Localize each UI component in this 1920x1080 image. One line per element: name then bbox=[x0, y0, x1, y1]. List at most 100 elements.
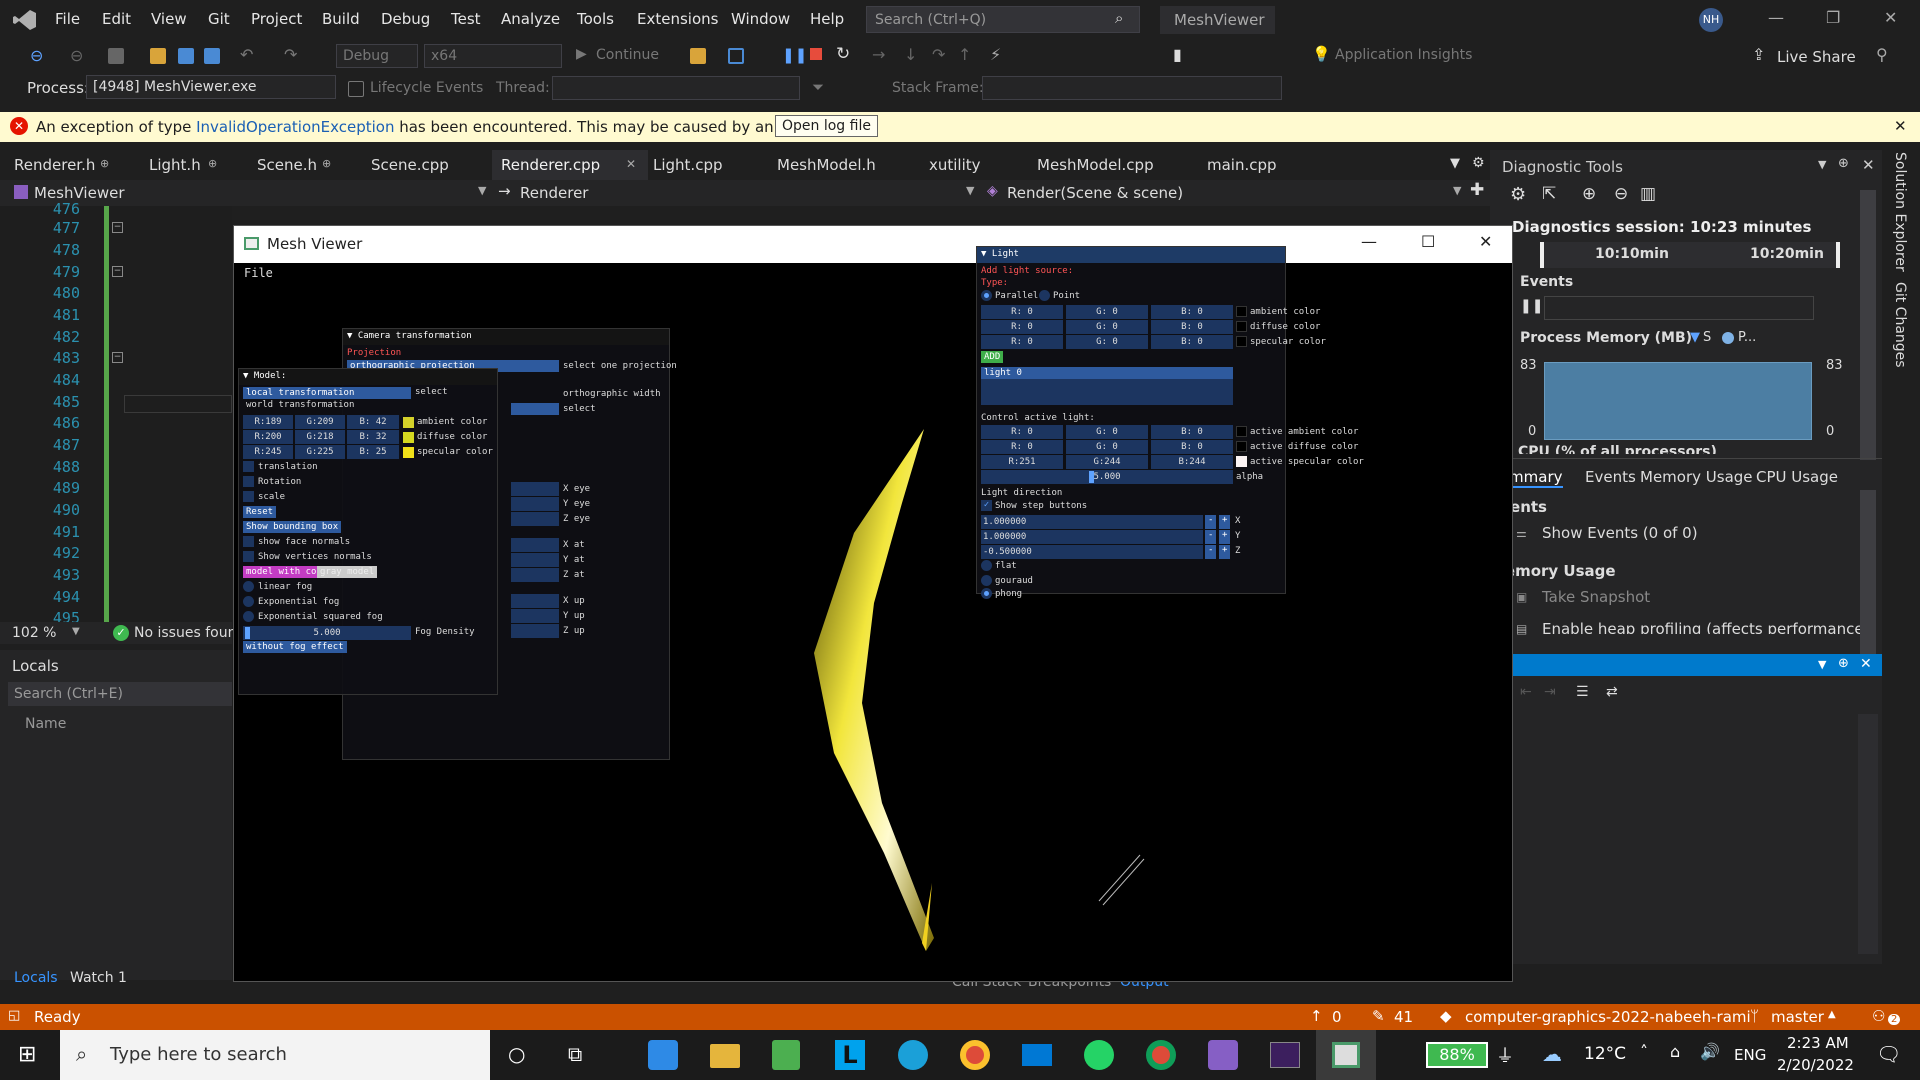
pin-icon[interactable]: ⊕ bbox=[322, 157, 331, 170]
tab-main-cpp[interactable]: main.cpp bbox=[1207, 156, 1277, 174]
light-diffuse-b[interactable]: B: 0 bbox=[1151, 320, 1233, 334]
tab-meshmodel-h[interactable]: MeshModel.h bbox=[777, 156, 876, 174]
exp2-fog-radio[interactable] bbox=[243, 611, 254, 622]
phong-radio[interactable] bbox=[981, 588, 992, 599]
light-diffuse-g[interactable]: G: 0 bbox=[1066, 320, 1148, 334]
add-light-button[interactable]: ADD bbox=[981, 351, 1004, 363]
settings-icon[interactable]: ⚙ bbox=[1510, 184, 1526, 205]
dir-z-minus[interactable]: - bbox=[1205, 545, 1217, 559]
at-y-input[interactable] bbox=[511, 553, 559, 567]
chevron-down-icon[interactable]: ▼ bbox=[1818, 658, 1826, 671]
exception-link[interactable]: InvalidOperationException bbox=[196, 118, 394, 136]
chevron-up-icon[interactable]: ▲ bbox=[1828, 1009, 1836, 1020]
active-specular-g[interactable]: G:244 bbox=[1066, 455, 1148, 469]
dir-x-plus[interactable]: + bbox=[1219, 515, 1231, 529]
wrap-icon[interactable]: ⇄ bbox=[1606, 684, 1618, 700]
model-panel-header[interactable]: ▼ Model: bbox=[239, 369, 497, 385]
close-icon[interactable]: ✕ bbox=[1884, 8, 1897, 27]
light-specular-b[interactable]: B: 0 bbox=[1151, 335, 1233, 349]
task-view-icon[interactable]: ⧉ bbox=[568, 1042, 582, 1066]
tab-light-h[interactable]: Light.h bbox=[149, 156, 201, 174]
step-into-icon[interactable]: ↓ bbox=[904, 45, 917, 64]
tab-overflow-icon[interactable]: ▼ bbox=[1450, 156, 1460, 171]
alpha-slider[interactable]: 5.000 bbox=[981, 470, 1233, 484]
pause-icon[interactable]: ❚❚ bbox=[1520, 298, 1543, 314]
memory-graph[interactable] bbox=[1544, 362, 1812, 440]
specular-swatch[interactable] bbox=[403, 447, 414, 458]
action-center-icon[interactable]: 🗨 bbox=[1876, 1042, 1901, 1066]
light-diffuse-swatch[interactable] bbox=[1236, 321, 1247, 332]
whatsapp-icon[interactable] bbox=[1084, 1040, 1114, 1070]
stack-frame-select[interactable] bbox=[982, 76, 1282, 100]
model-diffuse-r[interactable]: R:200 bbox=[243, 430, 293, 444]
pin-icon[interactable]: ⊕ bbox=[100, 157, 109, 170]
no-fog-button[interactable]: without fog effect bbox=[243, 641, 347, 653]
menu-debug[interactable]: Debug bbox=[381, 10, 430, 28]
up-x-input[interactable] bbox=[511, 594, 559, 608]
search-icon[interactable]: ⌕ bbox=[1115, 9, 1123, 27]
active-specular-r[interactable]: R:251 bbox=[981, 455, 1063, 469]
zoom-in-icon[interactable]: ⊕ bbox=[1582, 184, 1596, 204]
dir-z-plus[interactable]: + bbox=[1219, 545, 1231, 559]
tab-memory-usage[interactable]: Memory Usage bbox=[1640, 468, 1753, 486]
gray-model-button[interactable]: gray model bbox=[317, 566, 378, 578]
menu-view[interactable]: View bbox=[151, 10, 187, 28]
language-indicator[interactable]: ENG bbox=[1734, 1046, 1766, 1064]
scrollbar[interactable] bbox=[1860, 490, 1876, 660]
open-log-button[interactable]: Open log file bbox=[775, 115, 878, 137]
show-next-statement-icon[interactable]: → bbox=[872, 45, 885, 64]
minimize-icon[interactable]: — bbox=[1361, 232, 1377, 251]
light-panel[interactable]: ▼ Light Add light source: Type: Parallel… bbox=[976, 246, 1364, 599]
tab-scene-h[interactable]: Scene.h bbox=[257, 156, 317, 174]
edge-icon[interactable] bbox=[898, 1040, 928, 1070]
pin-icon[interactable]: ⊕ bbox=[1838, 656, 1849, 671]
active-diffuse-swatch[interactable] bbox=[1236, 441, 1247, 452]
back-icon[interactable]: ⇤ bbox=[1520, 684, 1532, 700]
menu-window[interactable]: Window bbox=[731, 10, 790, 28]
export-icon[interactable]: ⇱ bbox=[1542, 184, 1556, 204]
light-ambient-r[interactable]: R: 0 bbox=[981, 305, 1063, 319]
menu-git[interactable]: Git bbox=[208, 10, 230, 28]
menu-help[interactable]: Help bbox=[810, 10, 844, 28]
model-diffuse-b[interactable]: B: 32 bbox=[347, 430, 399, 444]
tab-meshmodel-cpp[interactable]: MeshModel.cpp bbox=[1037, 156, 1154, 174]
battery-indicator[interactable]: 88% bbox=[1426, 1042, 1488, 1068]
collapse-icon[interactable]: − bbox=[112, 222, 123, 233]
light-specular-r[interactable]: R: 0 bbox=[981, 335, 1063, 349]
close-icon[interactable]: ✕ bbox=[1862, 156, 1875, 174]
menu-analyze[interactable]: Analyze bbox=[501, 10, 560, 28]
menu-edit[interactable]: Edit bbox=[102, 10, 131, 28]
feedback-icon[interactable]: ⚲ bbox=[1876, 45, 1888, 64]
collapse-icon[interactable]: − bbox=[112, 266, 123, 277]
attach-icon[interactable] bbox=[728, 48, 744, 64]
light-diffuse-r[interactable]: R: 0 bbox=[981, 320, 1063, 334]
chevron-down-icon[interactable]: ▼ bbox=[966, 184, 974, 197]
continue-button[interactable]: Continue bbox=[596, 47, 659, 63]
settings-icon[interactable]: ⚙ bbox=[1472, 155, 1485, 171]
active-ambient-g[interactable]: G: 0 bbox=[1066, 425, 1148, 439]
active-ambient-swatch[interactable] bbox=[1236, 426, 1247, 437]
light-panel-header[interactable]: ▼ Light bbox=[977, 247, 1285, 263]
point-radio[interactable] bbox=[1039, 290, 1050, 301]
pause-icon[interactable]: ❚❚ bbox=[782, 46, 807, 64]
config-select[interactable]: Debug bbox=[336, 44, 418, 68]
zoom-out-icon[interactable]: ⊖ bbox=[1614, 184, 1628, 204]
pin-icon[interactable]: ⊕ bbox=[1838, 156, 1849, 171]
forward-icon[interactable]: ⇥ bbox=[1544, 684, 1556, 700]
hot-reload-icon[interactable]: ⚡ bbox=[990, 45, 1001, 64]
parallel-radio[interactable] bbox=[981, 290, 992, 301]
collapse-icon[interactable]: − bbox=[112, 352, 123, 363]
menu-tools[interactable]: Tools bbox=[577, 10, 614, 28]
mesh-model[interactable] bbox=[814, 429, 934, 951]
dir-x-minus[interactable]: - bbox=[1205, 515, 1217, 529]
avatar[interactable]: NH bbox=[1699, 8, 1723, 32]
local-transformation-option[interactable]: local transformation bbox=[243, 387, 411, 399]
vertex-normals-checkbox[interactable] bbox=[243, 551, 254, 562]
heap-profiling-toggle[interactable]: Enable heap profiling (affects performan… bbox=[1542, 620, 1869, 634]
light-specular-g[interactable]: G: 0 bbox=[1066, 335, 1148, 349]
slider-grab[interactable] bbox=[1089, 471, 1094, 483]
slider-grab[interactable] bbox=[245, 627, 250, 639]
model-ambient-b[interactable]: B: 42 bbox=[347, 415, 399, 429]
volume-icon[interactable]: 🔊 bbox=[1700, 1042, 1720, 1061]
list-icon[interactable]: ☰ bbox=[1576, 684, 1589, 700]
